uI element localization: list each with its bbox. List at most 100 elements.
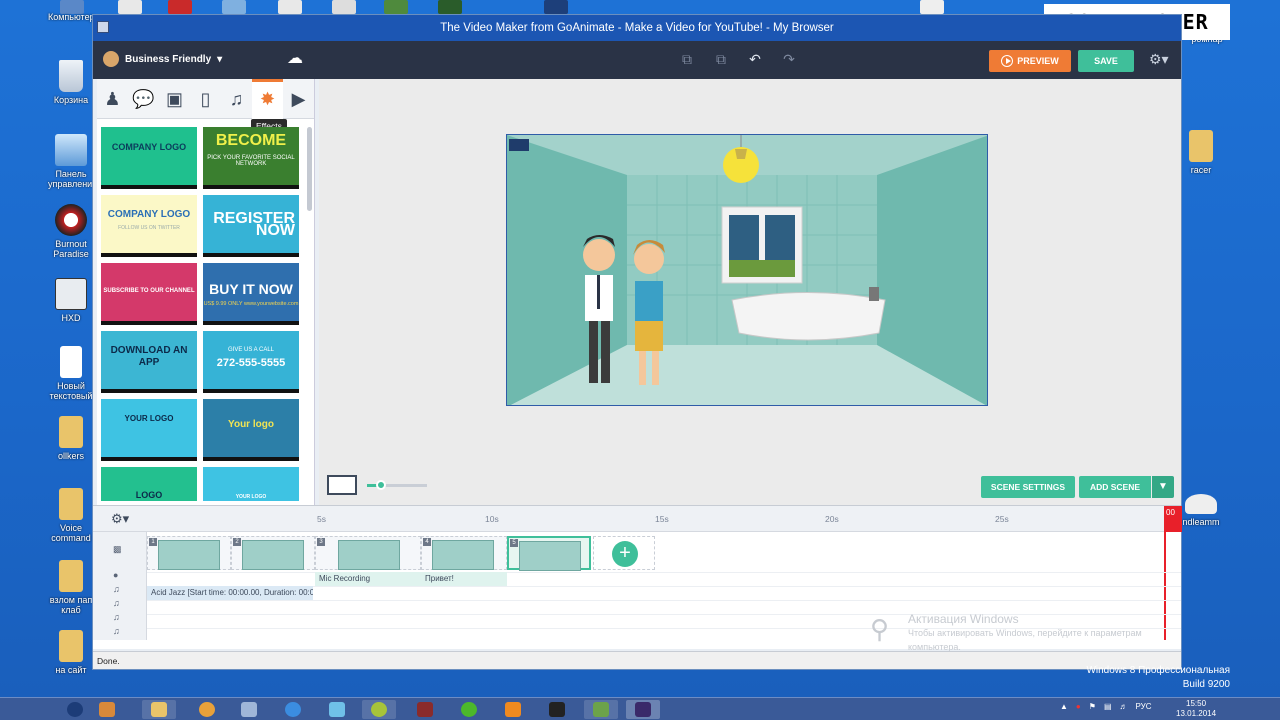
preview-button[interactable]: PREVIEW: [989, 50, 1071, 72]
fit-to-screen-icon[interactable]: [327, 475, 357, 495]
taskbar-volume[interactable]: [232, 700, 266, 719]
theme-avatar-icon: [103, 51, 119, 67]
effect-tile[interactable]: COMPANY LOGO: [101, 127, 197, 189]
desktop-icon-folder-club[interactable]: взлом пап клаб: [48, 560, 94, 615]
character-icon[interactable]: ♟: [97, 79, 128, 119]
timeline-scene[interactable]: 1: [147, 536, 231, 570]
effect-tile[interactable]: YOUR LOGO: [203, 467, 299, 501]
taskbar-app[interactable]: [452, 700, 486, 719]
taskbar-app[interactable]: [408, 700, 442, 719]
clock[interactable]: 15:50 13.01.2014: [1176, 699, 1216, 719]
taskbar-app[interactable]: [496, 700, 530, 719]
desktop-icon-text-file[interactable]: Новый текстовый: [48, 346, 94, 401]
taskbar-app[interactable]: [626, 700, 660, 719]
desktop-icon-folder-ollkers[interactable]: ollkers: [48, 416, 94, 461]
taskbar-app[interactable]: [540, 700, 574, 719]
cloud-upload-icon[interactable]: ☁: [287, 51, 311, 67]
app-icon[interactable]: [544, 0, 568, 14]
scene-stage[interactable]: [506, 134, 988, 406]
folder-icon: [59, 416, 83, 448]
video-icon[interactable]: ▶: [283, 79, 314, 119]
desktop-icon-racer[interactable]: racer: [1178, 130, 1224, 175]
desktop-icon-folder-voice[interactable]: Voice command: [48, 488, 94, 543]
tray-arrow-icon[interactable]: ▲: [1060, 702, 1068, 711]
copy-icon[interactable]: ⧉: [679, 51, 695, 67]
effect-tile[interactable]: YOUR LOGO: [101, 399, 197, 461]
app-icon[interactable]: [222, 0, 246, 14]
music-track-icon: ♫: [113, 626, 120, 636]
network-icon[interactable]: ▤: [1104, 702, 1112, 711]
app-icon[interactable]: [384, 0, 408, 14]
clock-date: 13.01.2014: [1176, 709, 1217, 718]
effect-tile[interactable]: DOWNLOAD AN APP: [101, 331, 197, 393]
effect-tile[interactable]: BUY IT NOW US$ 9.99 ONLY www.yourwebsite…: [203, 263, 299, 325]
tile-subtitle: PICK YOUR FAVORITE SOCIAL NETWORK: [207, 155, 295, 167]
desktop-icon-folder-site[interactable]: на сайт: [48, 630, 94, 675]
app-icon[interactable]: [438, 0, 462, 14]
image-icon[interactable]: ▣: [159, 79, 190, 119]
effect-tile[interactable]: LOGO: [101, 467, 197, 501]
scene-settings-button[interactable]: SCENE SETTINGS: [981, 476, 1075, 498]
recycle-bin-icon: [59, 60, 83, 92]
app-icon[interactable]: [118, 0, 142, 14]
app-icon[interactable]: [920, 0, 944, 14]
app-icon[interactable]: [278, 0, 302, 14]
effect-tile[interactable]: REGISTER NOW: [203, 195, 299, 257]
music-icon[interactable]: ♫: [221, 79, 252, 119]
record-icon[interactable]: ●: [1076, 702, 1081, 711]
taskbar-app[interactable]: [190, 700, 224, 719]
playhead-flag[interactable]: 00: [1164, 506, 1182, 532]
flag-icon[interactable]: ⚑: [1089, 702, 1096, 711]
taskbar-app[interactable]: [584, 700, 618, 719]
game-icon: [55, 204, 87, 236]
effects-wand-icon[interactable]: ✸: [252, 79, 283, 119]
undo-icon[interactable]: ↶: [747, 51, 763, 67]
music-clip[interactable]: Acid Jazz [Start time: 00:00.00, Duratio…: [147, 586, 313, 600]
speaker-icon[interactable]: ♬: [1120, 702, 1128, 711]
settings-gear-icon[interactable]: ⚙▾: [1149, 51, 1169, 67]
add-scene-dropdown-icon[interactable]: ▼: [1152, 476, 1174, 498]
app-icon[interactable]: [168, 0, 192, 14]
taskbar-explorer[interactable]: [142, 700, 176, 719]
save-button[interactable]: SAVE: [1078, 50, 1134, 72]
mic-recording-clip[interactable]: Mic Recording: [315, 572, 421, 586]
desktop-icon-burnout[interactable]: Burnout Paradise: [48, 204, 94, 259]
language-indicator[interactable]: РУС: [1136, 702, 1152, 711]
redo-icon[interactable]: ↷: [781, 51, 797, 67]
effect-tile[interactable]: Your logo: [203, 399, 299, 461]
timeline-scene-selected[interactable]: 5: [507, 536, 591, 571]
theme-selector[interactable]: Business Friendly ▾: [103, 51, 222, 67]
timeline-settings-gear-icon[interactable]: ⚙▾: [111, 511, 129, 527]
timeline-add-scene-slot[interactable]: +: [593, 536, 655, 570]
desktop-icon-computer[interactable]: Компьютер: [48, 12, 95, 22]
scene-number: 1: [149, 538, 157, 546]
music-file-icon[interactable]: [332, 0, 356, 14]
timeline-ruler[interactable]: ⚙▾ 5s 10s 15s 20s 25s: [93, 506, 1181, 532]
taskbar: ▲ ● ⚑ ▤ ♬ РУС 15:50 13.01.2014: [0, 697, 1280, 720]
desktop-icon-hxd[interactable]: HXD: [48, 278, 94, 323]
desktop-icon-control-panel[interactable]: Панель управления: [48, 134, 97, 189]
effect-tile[interactable]: GIVE US A CALL 272-555-5555: [203, 331, 299, 393]
desktop-icon-ndleamm[interactable]: ndleamm: [1178, 494, 1224, 527]
panel-scrollbar[interactable]: [307, 127, 312, 211]
taskbar-app[interactable]: [276, 700, 310, 719]
tile-title: 272-555-5555: [216, 357, 286, 369]
speech-bubble-icon[interactable]: 💬: [128, 79, 159, 119]
taskbar-app[interactable]: [90, 700, 124, 719]
timeline-scene[interactable]: 2: [231, 536, 315, 570]
voice-clip[interactable]: Привет!: [421, 572, 507, 586]
effect-tile[interactable]: SUBSCRIBE TO OUR CHANNEL: [101, 263, 197, 325]
taskbar-app[interactable]: [362, 700, 396, 719]
zoom-slider-handle[interactable]: [376, 480, 386, 490]
add-scene-button[interactable]: ADD SCENE: [1079, 476, 1151, 498]
effect-tile[interactable]: BECOME PICK YOUR FAVORITE SOCIAL NETWORK: [203, 127, 299, 189]
start-button[interactable]: [58, 700, 92, 719]
timeline-scene[interactable]: 4: [421, 536, 507, 570]
taskbar-app[interactable]: [320, 700, 354, 719]
effect-tile[interactable]: COMPANY LOGO FOLLOW US ON TWITTER: [101, 195, 197, 257]
desktop-icon-recycle-bin[interactable]: Корзина: [48, 60, 94, 105]
device-icon[interactable]: ▯: [190, 79, 221, 119]
desktop-icon-label: Burnout Paradise: [53, 239, 89, 259]
paste-icon[interactable]: ⧉: [713, 51, 729, 67]
timeline-scene[interactable]: 3: [315, 536, 421, 570]
